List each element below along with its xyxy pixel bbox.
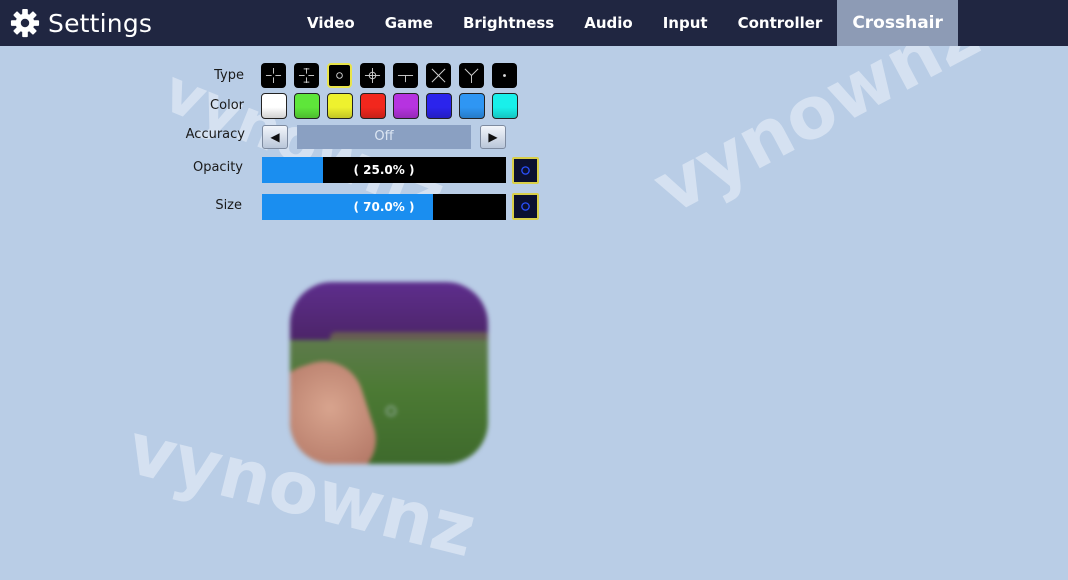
- opacity-slider[interactable]: ( 25.0% ): [262, 157, 506, 183]
- arrow-right-icon: ▶: [488, 130, 498, 144]
- crosshair-plus-split-icon: [397, 75, 414, 83]
- opacity-label: Opacity: [192, 160, 243, 175]
- color-swatch-magenta[interactable]: [393, 93, 419, 119]
- tab-audio[interactable]: Audio: [569, 0, 647, 46]
- crosshair-type-plus-gap[interactable]: [261, 63, 286, 88]
- crosshair-type-y[interactable]: [459, 63, 484, 88]
- accuracy-label: Accuracy: [185, 127, 245, 142]
- size-value: ( 70.0% ): [353, 200, 415, 214]
- tab-game[interactable]: Game: [370, 0, 448, 46]
- tab-brightness[interactable]: Brightness: [448, 0, 569, 46]
- crosshair-x-icon: [431, 68, 446, 83]
- crosshair-type-x[interactable]: [426, 63, 451, 88]
- accuracy-value: Off: [297, 125, 471, 149]
- crosshair-type-circle[interactable]: [327, 63, 352, 88]
- size-label: Size: [215, 198, 242, 213]
- tab-crosshair[interactable]: Crosshair: [837, 0, 958, 46]
- crosshair-preview: [290, 282, 488, 464]
- settings-page: Settings Video Game Brightness Audio Inp…: [0, 0, 1068, 580]
- tab-video[interactable]: Video: [292, 0, 370, 46]
- crosshair-y-icon: [464, 68, 479, 84]
- reset-icon: [521, 202, 530, 211]
- watermark: vynownz: [640, 46, 993, 231]
- color-swatch-cyan[interactable]: [492, 93, 518, 119]
- opacity-value: ( 25.0% ): [353, 163, 415, 177]
- color-swatch-sky-blue[interactable]: [459, 93, 485, 119]
- color-swatch-white[interactable]: [261, 93, 287, 119]
- size-slider[interactable]: ( 70.0% ): [262, 194, 506, 220]
- gear-icon: [10, 8, 40, 38]
- crosshair-type-plus-split[interactable]: [393, 63, 418, 88]
- color-swatch-blue[interactable]: [426, 93, 452, 119]
- crosshair-settings-panel: vynownz vynownz vynownz Type: [0, 46, 1068, 580]
- crosshair-plus-circle-icon: [364, 67, 381, 84]
- accuracy-next-button[interactable]: ▶: [480, 125, 506, 149]
- opacity-reset-button[interactable]: [512, 157, 539, 184]
- accuracy-prev-button[interactable]: ◀: [262, 125, 288, 149]
- color-swatch-green[interactable]: [294, 93, 320, 119]
- tab-controller[interactable]: Controller: [723, 0, 838, 46]
- crosshair-circle-icon: [336, 72, 343, 79]
- color-swatch-yellow[interactable]: [327, 93, 353, 119]
- color-swatch-red[interactable]: [360, 93, 386, 119]
- crosshair-plus-gap-icon: [265, 67, 282, 84]
- crosshair-plus-ticks-icon: [298, 67, 315, 84]
- crosshair-type-dot[interactable]: [492, 63, 517, 88]
- type-label: Type: [214, 68, 244, 83]
- crosshair-type-plus-ticks[interactable]: [294, 63, 319, 88]
- page-title: Settings: [48, 8, 153, 38]
- top-bar: Settings Video Game Brightness Audio Inp…: [0, 0, 1068, 46]
- settings-tabs: Video Game Brightness Audio Input Contro…: [292, 0, 958, 46]
- reset-icon: [521, 166, 530, 175]
- preview-crosshair: [386, 406, 396, 416]
- tab-input[interactable]: Input: [648, 0, 723, 46]
- settings-header: Settings: [10, 0, 152, 46]
- size-reset-button[interactable]: [512, 193, 539, 220]
- crosshair-type-plus-circle[interactable]: [360, 63, 385, 88]
- crosshair-dot-icon: [503, 74, 506, 77]
- color-label: Color: [210, 98, 244, 113]
- arrow-left-icon: ◀: [270, 130, 280, 144]
